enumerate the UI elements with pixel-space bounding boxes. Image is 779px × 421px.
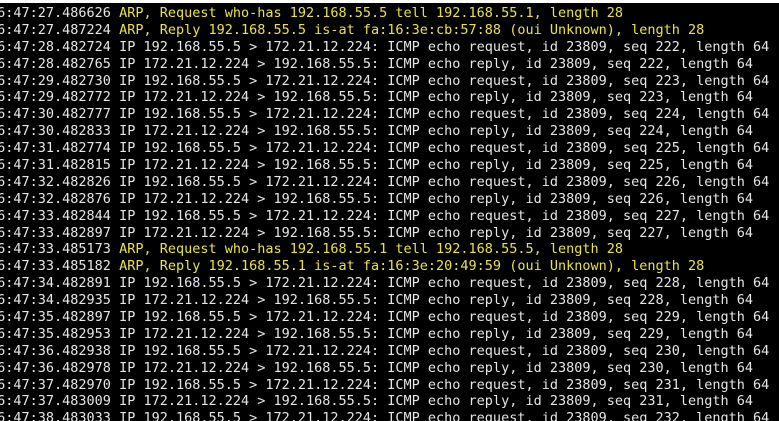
timestamp: 16:47:29.482730 xyxy=(0,72,111,89)
packet-summary: ARP, Request who-has 192.168.55.1 tell 1… xyxy=(119,241,623,258)
packet-summary: IP 172.21.12.224 > 192.168.55.5: ICMP ec… xyxy=(119,325,754,342)
icmp-log-line: 16:47:30.482833 IP 172.21.12.224 > 192.1… xyxy=(0,123,769,140)
timestamp: 16:47:34.482891 xyxy=(0,275,111,292)
timestamp: 16:47:35.482897 xyxy=(0,309,111,326)
timestamp: 16:47:35.482953 xyxy=(0,325,111,342)
packet-summary: ARP, Reply 192.168.55.5 is-at fa:16:3e:c… xyxy=(119,21,705,38)
icmp-log-line: 16:47:28.482724 IP 192.168.55.5 > 172.21… xyxy=(0,39,769,56)
icmp-log-line: 16:47:30.482777 IP 192.168.55.5 > 172.21… xyxy=(0,106,769,123)
packet-summary: IP 172.21.12.224 > 192.168.55.5: ICMP ec… xyxy=(119,89,754,106)
timestamp: 16:47:28.482724 xyxy=(0,38,111,55)
packet-summary: IP 192.168.55.5 > 172.21.12.224: ICMP ec… xyxy=(119,342,770,359)
arp-log-line: 16:47:33.485182 ARP, Reply 192.168.55.1 … xyxy=(0,258,769,275)
timestamp: 16:47:30.482833 xyxy=(0,123,111,140)
packet-summary: IP 172.21.12.224 > 192.168.55.5: ICMP ec… xyxy=(119,292,754,309)
packet-summary: IP 192.168.55.5 > 172.21.12.224: ICMP ec… xyxy=(119,410,770,421)
tcpdump-output: 16:47:27.486626 ARP, Request who-has 192… xyxy=(0,5,769,421)
icmp-log-line: 16:47:37.482970 IP 192.168.55.5 > 172.21… xyxy=(0,377,769,394)
packet-summary: IP 192.168.55.5 > 172.21.12.224: ICMP ec… xyxy=(119,38,770,55)
timestamp: 16:47:33.482844 xyxy=(0,207,111,224)
packet-summary: ARP, Request who-has 192.168.55.5 tell 1… xyxy=(119,5,623,21)
timestamp: 16:47:29.482772 xyxy=(0,89,111,106)
icmp-log-line: 16:47:31.482815 IP 172.21.12.224 > 192.1… xyxy=(0,157,769,174)
timestamp: 16:47:32.482876 xyxy=(0,190,111,207)
timestamp: 16:47:33.482897 xyxy=(0,224,111,241)
icmp-log-line: 16:47:32.482826 IP 192.168.55.5 > 172.21… xyxy=(0,174,769,191)
packet-summary: IP 172.21.12.224 > 192.168.55.5: ICMP ec… xyxy=(119,157,754,174)
icmp-log-line: 16:47:36.482938 IP 192.168.55.5 > 172.21… xyxy=(0,343,769,360)
timestamp: 16:47:31.482815 xyxy=(0,157,111,174)
terminal-window[interactable]: 16:47:27.486626 ARP, Request who-has 192… xyxy=(0,0,779,421)
timestamp: 16:47:33.485182 xyxy=(0,258,111,275)
packet-summary: IP 192.168.55.5 > 172.21.12.224: ICMP ec… xyxy=(119,207,770,224)
icmp-log-line: 16:47:34.482891 IP 192.168.55.5 > 172.21… xyxy=(0,275,769,292)
icmp-log-line: 16:47:35.482897 IP 192.168.55.5 > 172.21… xyxy=(0,309,769,326)
arp-log-line: 16:47:33.485173 ARP, Request who-has 192… xyxy=(0,241,769,258)
packet-summary: IP 172.21.12.224 > 192.168.55.5: ICMP ec… xyxy=(119,55,754,72)
packet-summary: IP 172.21.12.224 > 192.168.55.5: ICMP ec… xyxy=(119,393,754,410)
packet-summary: IP 172.21.12.224 > 192.168.55.5: ICMP ec… xyxy=(119,224,754,241)
timestamp: 16:47:31.482774 xyxy=(0,140,111,157)
icmp-log-line: 16:47:36.482978 IP 172.21.12.224 > 192.1… xyxy=(0,360,769,377)
packet-summary: IP 192.168.55.5 > 172.21.12.224: ICMP ec… xyxy=(119,275,770,292)
timestamp: 16:47:34.482935 xyxy=(0,292,111,309)
timestamp: 16:47:28.482765 xyxy=(0,55,111,72)
icmp-log-line: 16:47:33.482844 IP 192.168.55.5 > 172.21… xyxy=(0,208,769,225)
timestamp: 16:47:38.483033 xyxy=(0,410,111,421)
packet-summary: IP 192.168.55.5 > 172.21.12.224: ICMP ec… xyxy=(119,106,770,123)
timestamp: 16:47:37.483009 xyxy=(0,393,111,410)
icmp-log-line: 16:47:32.482876 IP 172.21.12.224 > 192.1… xyxy=(0,191,769,208)
icmp-log-line: 16:47:29.482730 IP 192.168.55.5 > 172.21… xyxy=(0,73,769,90)
packet-summary: IP 172.21.12.224 > 192.168.55.5: ICMP ec… xyxy=(119,123,754,140)
timestamp: 16:47:37.482970 xyxy=(0,376,111,393)
timestamp: 16:47:32.482826 xyxy=(0,173,111,190)
packet-summary: IP 192.168.55.5 > 172.21.12.224: ICMP ec… xyxy=(119,173,770,190)
timestamp: 16:47:36.482938 xyxy=(0,342,111,359)
timestamp: 16:47:27.487224 xyxy=(0,21,111,38)
packet-summary: IP 172.21.12.224 > 192.168.55.5: ICMP ec… xyxy=(119,359,754,376)
packet-summary: IP 192.168.55.5 > 172.21.12.224: ICMP ec… xyxy=(119,376,770,393)
icmp-log-line: 16:47:29.482772 IP 172.21.12.224 > 192.1… xyxy=(0,89,769,106)
packet-summary: IP 192.168.55.5 > 172.21.12.224: ICMP ec… xyxy=(119,309,770,326)
icmp-log-line: 16:47:31.482774 IP 192.168.55.5 > 172.21… xyxy=(0,140,769,157)
icmp-log-line: 16:47:38.483033 IP 192.168.55.5 > 172.21… xyxy=(0,410,769,421)
timestamp: 16:47:30.482777 xyxy=(0,106,111,123)
arp-log-line: 16:47:27.486626 ARP, Request who-has 192… xyxy=(0,5,769,22)
icmp-log-line: 16:47:34.482935 IP 172.21.12.224 > 192.1… xyxy=(0,292,769,309)
packet-summary: ARP, Reply 192.168.55.1 is-at fa:16:3e:2… xyxy=(119,258,705,275)
timestamp: 16:47:36.482978 xyxy=(0,359,111,376)
packet-summary: IP 192.168.55.5 > 172.21.12.224: ICMP ec… xyxy=(119,140,770,157)
window-top-edge xyxy=(0,0,779,3)
icmp-log-line: 16:47:37.483009 IP 172.21.12.224 > 192.1… xyxy=(0,393,769,410)
icmp-log-line: 16:47:35.482953 IP 172.21.12.224 > 192.1… xyxy=(0,326,769,343)
arp-log-line: 16:47:27.487224 ARP, Reply 192.168.55.5 … xyxy=(0,22,769,39)
icmp-log-line: 16:47:28.482765 IP 172.21.12.224 > 192.1… xyxy=(0,56,769,73)
packet-summary: IP 172.21.12.224 > 192.168.55.5: ICMP ec… xyxy=(119,190,754,207)
packet-summary: IP 192.168.55.5 > 172.21.12.224: ICMP ec… xyxy=(119,72,770,89)
icmp-log-line: 16:47:33.482897 IP 172.21.12.224 > 192.1… xyxy=(0,225,769,242)
timestamp: 16:47:33.485173 xyxy=(0,241,111,258)
timestamp: 16:47:27.486626 xyxy=(0,5,111,21)
